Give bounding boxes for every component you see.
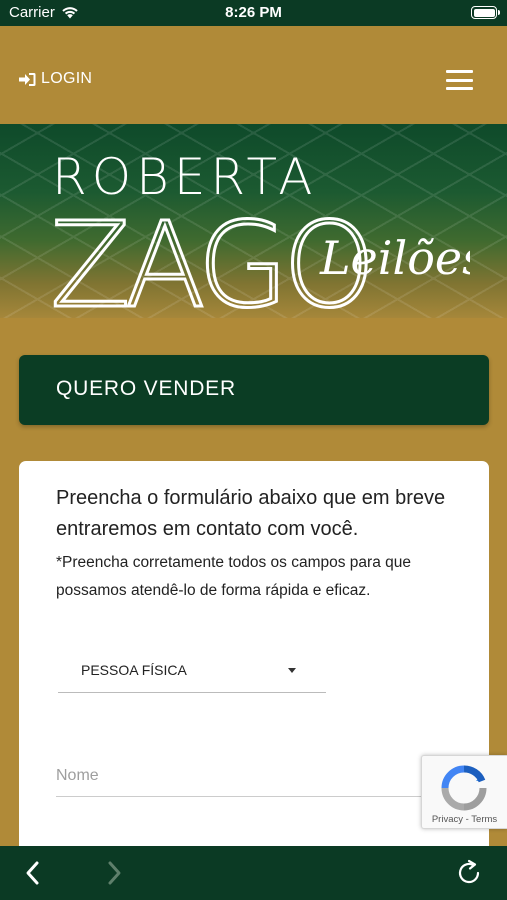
reload-icon[interactable] [454, 858, 484, 888]
name-input[interactable] [56, 761, 436, 785]
terms-link[interactable]: Terms [471, 814, 497, 825]
svg-text:Leilões: Leilões [319, 231, 470, 285]
form-intro-text: Preencha o formulário abaixo que em brev… [56, 487, 446, 540]
name-field[interactable] [56, 761, 436, 797]
recaptcha-icon [441, 765, 487, 811]
hamburger-menu-icon[interactable] [446, 70, 473, 90]
privacy-link[interactable]: Privacy [432, 814, 463, 825]
status-bar: Carrier 8:26 PM [0, 0, 507, 26]
login-link[interactable]: LOGIN [19, 70, 92, 88]
form-note-text: *Preencha corretamente todos os campos p… [56, 554, 411, 599]
caret-down-icon [288, 668, 296, 673]
person-type-select[interactable]: PESSOA FÍSICA [58, 653, 326, 693]
recaptcha-badge[interactable]: Privacy - Terms [421, 755, 507, 829]
page-title: QUERO VENDER [19, 355, 489, 425]
clock: 8:26 PM [225, 4, 282, 21]
login-label: LOGIN [41, 70, 93, 87]
recaptcha-links: Privacy - Terms [431, 814, 498, 825]
roberta-zago-leiloes-logo: ROBERTA ZAGO Leilões [50, 148, 470, 316]
chevron-right-icon[interactable] [99, 858, 129, 888]
battery-icon [471, 6, 500, 19]
person-type-value: PESSOA FÍSICA [81, 662, 187, 678]
site-header: LOGIN [0, 26, 507, 124]
chevron-left-icon[interactable] [18, 858, 48, 888]
hero-banner: ROBERTA ZAGO Leilões [0, 124, 507, 318]
sign-in-icon [19, 72, 36, 86]
browser-toolbar [0, 846, 507, 900]
contact-form-card: Preencha o formulário abaixo que em brev… [19, 461, 489, 881]
